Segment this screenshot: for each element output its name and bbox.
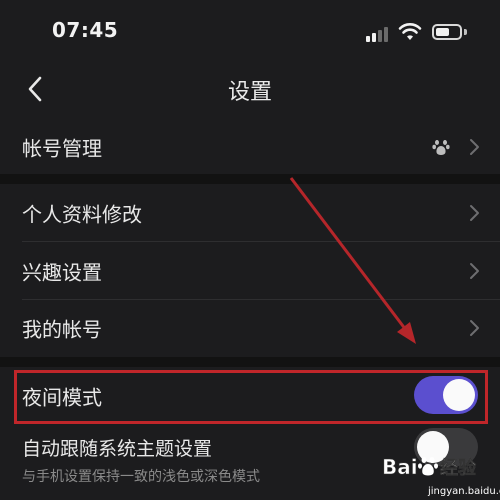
baidu-jingyan-watermark: Bai 经验 jingyan.baidu.com: [382, 455, 500, 497]
chevron-right-icon: [470, 205, 479, 221]
battery-tip: [464, 29, 467, 35]
follow-system-description: 与手机设置保持一致的浅色或深色模式: [22, 469, 260, 485]
row-label: 帐号管理: [22, 136, 102, 161]
battery-icon: [432, 24, 462, 40]
paw-logo-icon: [418, 457, 438, 476]
watermark-brand2: 经验: [440, 457, 477, 479]
row-my-account[interactable]: 我的帐号: [0, 299, 500, 357]
highlight-box: [14, 370, 488, 424]
page-title: 设置: [227, 80, 272, 105]
row-label: 兴趣设置: [22, 260, 102, 285]
chevron-right-icon: [470, 320, 479, 336]
wifi-icon: [398, 23, 422, 40]
row-label: 个人资料修改: [22, 202, 142, 227]
watermark-brand: Bai: [382, 455, 418, 479]
paw-icon: [432, 140, 450, 155]
row-label: 我的帐号: [22, 317, 102, 342]
row-account-manage[interactable]: 帐号管理: [0, 118, 500, 176]
row-profile-edit[interactable]: 个人资料修改: [0, 184, 500, 242]
status-time: 07:45: [52, 18, 119, 42]
signal-icon: [366, 26, 390, 42]
chevron-right-icon: [470, 263, 479, 279]
follow-system-label: 自动跟随系统主题设置: [22, 438, 213, 460]
row-interest-settings[interactable]: 兴趣设置: [0, 242, 500, 300]
watermark-url: jingyan.baidu.com: [427, 486, 500, 497]
section-divider: [0, 174, 500, 184]
section-divider: [0, 357, 500, 367]
chevron-right-icon: [470, 139, 479, 155]
